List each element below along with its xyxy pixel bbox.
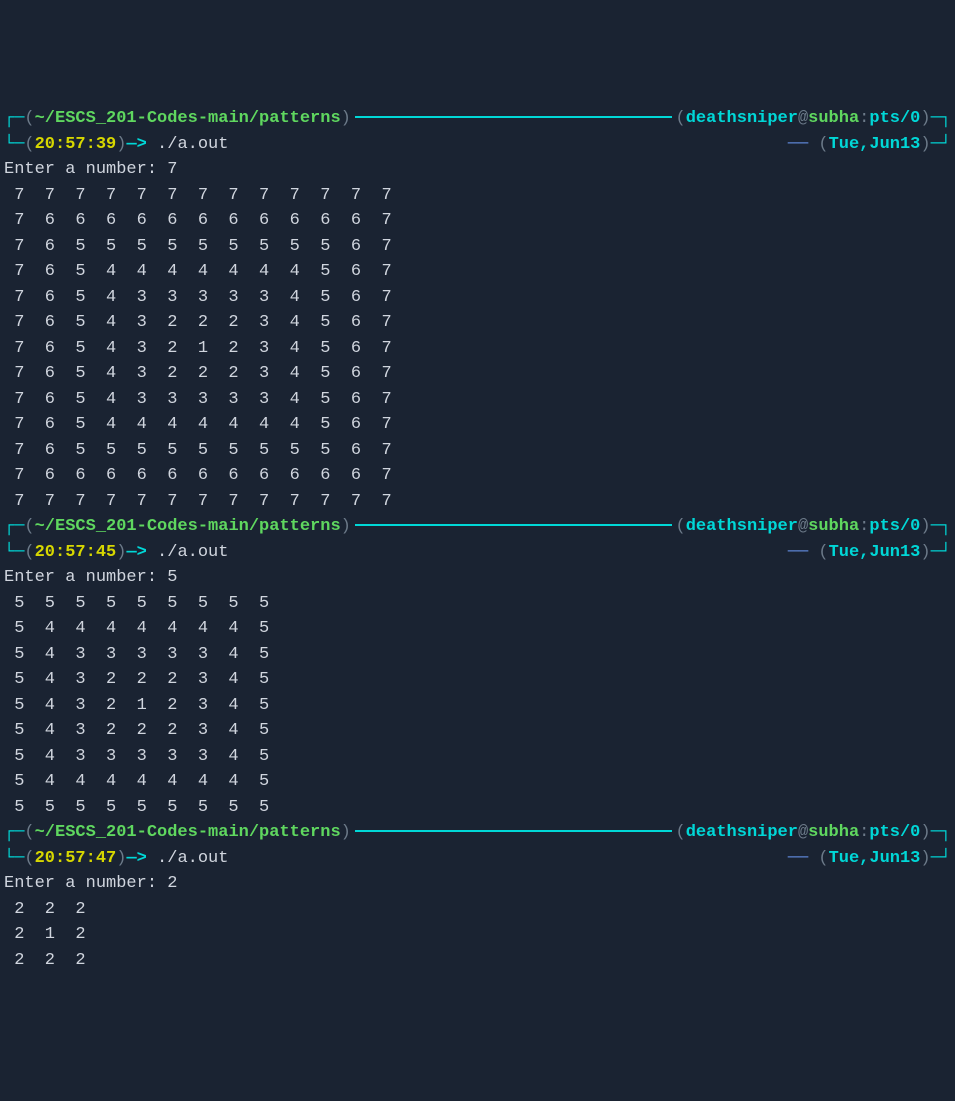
- username: deathsniper: [686, 109, 798, 128]
- user-input[interactable]: 7: [167, 160, 177, 179]
- bracket-icon: ┌─: [4, 823, 24, 842]
- program-prompt: Enter a number: 7: [4, 157, 951, 183]
- arrow-icon: —>: [126, 849, 157, 868]
- at-icon: @: [798, 109, 808, 128]
- paren-icon: (: [676, 109, 686, 128]
- username: deathsniper: [686, 823, 798, 842]
- paren-icon: (: [24, 543, 34, 562]
- bracket-icon: ─┐: [931, 517, 951, 536]
- cwd-path: ~/ESCS_201-Codes-main/patterns: [35, 517, 341, 536]
- prompt-line-bottom: └─(20:57:45)—> ./a.out── (Tue,Jun13)─┘: [4, 540, 951, 566]
- paren-icon: ): [116, 543, 126, 562]
- colon-icon: :: [859, 517, 869, 536]
- paren-icon: ): [920, 135, 930, 154]
- bracket-icon: └─: [4, 543, 24, 562]
- program-output: 2 2 2 2 1 2 2 2 2: [4, 897, 951, 974]
- program-prompt: Enter a number: 5: [4, 565, 951, 591]
- bracket-icon: ┌─: [4, 517, 24, 536]
- prompt-label: Enter a number:: [4, 568, 167, 587]
- timestamp: 20:57:45: [35, 543, 117, 562]
- bracket-icon: ┌─: [4, 109, 24, 128]
- date: Tue,Jun13: [829, 543, 921, 562]
- command-text[interactable]: ./a.out: [157, 543, 228, 562]
- paren-icon: ): [920, 849, 930, 868]
- paren-icon: ): [341, 109, 351, 128]
- paren-icon: (: [818, 543, 828, 562]
- paren-icon: ): [920, 543, 930, 562]
- tty: pts/0: [869, 517, 920, 536]
- program-output: 7 7 7 7 7 7 7 7 7 7 7 7 7 7 6 6 6 6 6 6 …: [4, 183, 951, 515]
- arrow-icon: —>: [126, 543, 157, 562]
- prompt-label: Enter a number:: [4, 160, 167, 179]
- terminal-output: ┌─(~/ESCS_201-Codes-main/patterns)(death…: [4, 106, 951, 973]
- timestamp: 20:57:47: [35, 849, 117, 868]
- cwd-path: ~/ESCS_201-Codes-main/patterns: [35, 109, 341, 128]
- date: Tue,Jun13: [829, 849, 921, 868]
- command-text[interactable]: ./a.out: [157, 849, 228, 868]
- tty: pts/0: [869, 823, 920, 842]
- program-prompt: Enter a number: 2: [4, 871, 951, 897]
- prompt-line-top: ┌─(~/ESCS_201-Codes-main/patterns)(death…: [4, 514, 951, 540]
- hostname: subha: [808, 823, 859, 842]
- prompt-line-top: ┌─(~/ESCS_201-Codes-main/patterns)(death…: [4, 820, 951, 846]
- user-input[interactable]: 5: [167, 568, 177, 587]
- dash-icon: ──: [788, 543, 819, 562]
- paren-icon: (: [24, 517, 34, 536]
- hostname: subha: [808, 109, 859, 128]
- bracket-icon: ─┘: [931, 849, 951, 868]
- prompt-line-bottom: └─(20:57:47)—> ./a.out── (Tue,Jun13)─┘: [4, 846, 951, 872]
- paren-icon: ): [116, 849, 126, 868]
- paren-icon: (: [818, 135, 828, 154]
- command-text[interactable]: ./a.out: [157, 135, 228, 154]
- user-input[interactable]: 2: [167, 874, 177, 893]
- paren-icon: ): [920, 109, 930, 128]
- colon-icon: :: [859, 823, 869, 842]
- dash-icon: ──: [788, 135, 819, 154]
- hostname: subha: [808, 517, 859, 536]
- cwd-path: ~/ESCS_201-Codes-main/patterns: [35, 823, 341, 842]
- colon-icon: :: [859, 109, 869, 128]
- prompt-line-bottom: └─(20:57:39)—> ./a.out── (Tue,Jun13)─┘: [4, 132, 951, 158]
- paren-icon: (: [818, 849, 828, 868]
- paren-icon: ): [341, 517, 351, 536]
- dash-icon: ──: [788, 849, 819, 868]
- paren-icon: (: [24, 823, 34, 842]
- tty: pts/0: [869, 109, 920, 128]
- at-icon: @: [798, 517, 808, 536]
- username: deathsniper: [686, 517, 798, 536]
- paren-icon: (: [24, 109, 34, 128]
- date: Tue,Jun13: [829, 135, 921, 154]
- paren-icon: (: [676, 517, 686, 536]
- paren-icon: ): [920, 517, 930, 536]
- separator-line: [355, 524, 672, 526]
- separator-line: [355, 116, 672, 118]
- paren-icon: ): [920, 823, 930, 842]
- bracket-icon: ─┘: [931, 543, 951, 562]
- paren-icon: (: [24, 849, 34, 868]
- program-output: 5 5 5 5 5 5 5 5 5 5 4 4 4 4 4 4 4 5 5 4 …: [4, 591, 951, 821]
- paren-icon: (: [24, 135, 34, 154]
- bracket-icon: └─: [4, 135, 24, 154]
- bracket-icon: ─┘: [931, 135, 951, 154]
- paren-icon: (: [676, 823, 686, 842]
- paren-icon: ): [341, 823, 351, 842]
- bracket-icon: ─┐: [931, 823, 951, 842]
- timestamp: 20:57:39: [35, 135, 117, 154]
- separator-line: [355, 830, 672, 832]
- prompt-line-top: ┌─(~/ESCS_201-Codes-main/patterns)(death…: [4, 106, 951, 132]
- bracket-icon: └─: [4, 849, 24, 868]
- arrow-icon: —>: [126, 135, 157, 154]
- paren-icon: ): [116, 135, 126, 154]
- prompt-label: Enter a number:: [4, 874, 167, 893]
- at-icon: @: [798, 823, 808, 842]
- bracket-icon: ─┐: [931, 109, 951, 128]
